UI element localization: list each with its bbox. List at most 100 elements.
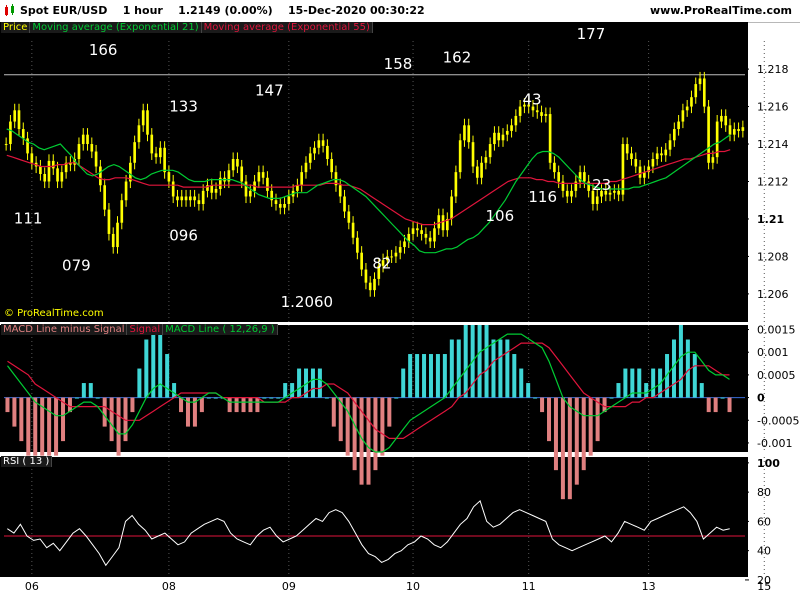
price-annotation: 079 (62, 256, 91, 274)
y-tick-label: 1.206 (757, 288, 789, 301)
macd-histogram-bar (179, 397, 184, 413)
macd-histogram-bar (581, 397, 586, 471)
x-tick-label: 09 (282, 580, 296, 593)
macd-histogram-bar (283, 383, 288, 398)
price-candle (737, 129, 740, 131)
macd-histogram-bar (713, 397, 718, 413)
price-candle (317, 140, 321, 148)
price-candle (356, 237, 359, 253)
price-candle (43, 174, 47, 182)
macd-histogram-bar (651, 368, 656, 398)
y-tick-label: -0.0005 (757, 414, 799, 427)
macd-histogram-bar (560, 397, 565, 500)
price-candle (274, 200, 278, 204)
site-link[interactable]: www.ProRealTime.com (650, 4, 792, 17)
macd-histogram-bar (213, 397, 218, 399)
y-tick-label: -0.001 (757, 437, 792, 450)
price-candle (463, 125, 466, 141)
macd-histogram-bar (685, 339, 690, 398)
price-candle (583, 172, 586, 182)
chart-canvas: 06 08 09 10 11 13 151661110791330961471.206082… (0, 22, 799, 593)
price-candle (278, 203, 282, 208)
price-candle (184, 196, 188, 201)
price-candle (565, 190, 569, 197)
price-candle (416, 228, 419, 231)
macd-histogram-bar (401, 368, 406, 398)
timeframe[interactable]: 1 hour (123, 4, 163, 17)
price-candle (163, 147, 166, 173)
chart-window: Spot EUR/USD 1 hour 1.2149 (0.00%) 15-De… (0, 0, 800, 600)
price-annotation: 82 (372, 255, 391, 273)
price-candle (4, 144, 8, 146)
price-candle (698, 78, 702, 85)
macd-histogram-bar (331, 397, 336, 427)
price-annotation: 116 (528, 188, 557, 206)
price-candle (437, 215, 441, 229)
macd-histogram-bar (61, 397, 66, 442)
macd-histogram-bar (310, 368, 315, 398)
price-annotation: 133 (169, 97, 198, 115)
y-tick-label: 1.218 (757, 63, 789, 76)
price-candle (475, 166, 479, 178)
macd-histogram-bar (463, 325, 468, 398)
price-candle (60, 172, 64, 182)
price-annotation: 166 (89, 41, 118, 59)
macd-histogram-bar (609, 397, 614, 399)
price-candle (711, 157, 715, 163)
macd-histogram-bar (158, 325, 163, 398)
macd-histogram-bar (262, 397, 267, 399)
price-candle (613, 190, 616, 193)
macd-histogram-bar (484, 325, 489, 398)
price-candle (266, 177, 269, 191)
price-candle (103, 185, 106, 210)
x-tick-label: 13 (642, 580, 656, 593)
macd-histogram-bar (553, 397, 558, 471)
price-candle (450, 196, 453, 219)
y-tick-label: 1.21 (757, 213, 784, 226)
price-candle (197, 200, 201, 204)
price-candle (493, 132, 496, 145)
price-candle (141, 110, 145, 126)
macd-histogram-bar (533, 397, 538, 399)
price-candle (261, 172, 265, 178)
macd-histogram-bar (5, 397, 10, 413)
candlestick-icon (5, 4, 14, 16)
macd-histogram-bar (88, 383, 93, 398)
timestamp: 15-Dec-2020 00:30:22 (288, 4, 425, 17)
price-candle (428, 237, 432, 242)
price-candle (634, 159, 638, 167)
macd-histogram-bar (352, 397, 357, 471)
macd-histogram-bar (387, 397, 392, 427)
price-candle (454, 172, 458, 197)
price-candle (441, 215, 445, 231)
price-candle (176, 196, 179, 201)
price-annotation: 1.2060 (281, 293, 334, 311)
price-candle (690, 97, 693, 107)
price-candle (308, 153, 312, 163)
price-candle (240, 166, 244, 182)
macd-histogram-bar (199, 397, 204, 413)
macd-histogram-bar (498, 339, 503, 398)
price-candle (30, 153, 34, 163)
price-candle (420, 230, 423, 234)
price-candle (368, 282, 372, 291)
price-candle (171, 181, 175, 197)
price-candle (188, 196, 192, 201)
price-candle (137, 125, 141, 143)
y-tick-label: 1.208 (757, 250, 789, 263)
price-candle (403, 241, 406, 248)
price-candle (351, 222, 355, 238)
macd-histogram-bar (720, 397, 725, 399)
macd-histogram-bar (345, 397, 350, 456)
price-candle (728, 125, 732, 135)
macd-histogram-bar (227, 397, 232, 413)
price-candle (664, 149, 668, 156)
price-candle (540, 112, 543, 116)
price-candle (326, 145, 329, 160)
macd-histogram-bar (435, 354, 440, 398)
price-candle (668, 140, 672, 150)
macd-histogram-bar (19, 397, 24, 442)
price-candle (51, 160, 55, 169)
macd-histogram-bar (727, 397, 732, 413)
price-candle (518, 106, 522, 116)
